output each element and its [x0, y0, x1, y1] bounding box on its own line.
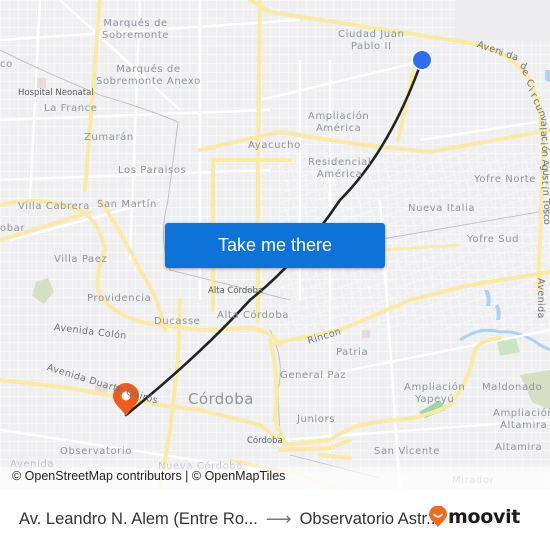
origin-dot-icon [413, 51, 431, 69]
map-attribution: © OpenStreetMap contributors | © OpenMap… [0, 462, 550, 490]
label-nueva-italia: Nueva Italia [408, 203, 476, 214]
road-label-char: t [538, 180, 550, 186]
route-footer: Av. Leandro N. Alem (Entre Ro... ⟶ Obser… [0, 490, 550, 550]
road-label-char: n [539, 150, 550, 158]
map[interactable]: Marqués de Sobremonte Marqués de Sobremo… [0, 0, 550, 490]
label-yofre-sud: Yofre Sud [467, 234, 520, 245]
label-general-paz: General Paz [280, 370, 347, 381]
label-san-martin: San Martín [97, 199, 157, 210]
label-la-france: La France [44, 103, 98, 114]
road-label-char: o [541, 218, 550, 226]
label-juniors: Juniors [297, 414, 336, 425]
poi-hospital-neonatal[interactable]: Hospital Neonatal [18, 87, 94, 99]
label-san-vicente: San Vicente [374, 446, 441, 457]
take-me-there-button[interactable]: Take me there [165, 223, 385, 268]
origin-marker[interactable] [411, 49, 433, 71]
label-observatorio: Observatorio [60, 446, 132, 457]
label-yofre-norte: Yofre Norte [474, 174, 537, 185]
label-ampliacion-altamira: Ampliación Altamira [493, 408, 550, 431]
poi-cordoba-station[interactable]: Córdoba [247, 435, 283, 447]
label-alta-cordoba: Alta Córdoba [217, 310, 290, 321]
label-villa-paez: Villa Paez [54, 254, 108, 265]
poi-alta-cordoba-station[interactable]: Alta Córdoba [208, 285, 263, 297]
label-los-paraisos: Los Paraisos [118, 165, 187, 176]
label-ciudad-juan-pablo: Ciudad Juan Pablo II [338, 29, 405, 52]
origin-stop-name: Av. Leandro N. Alem (Entre Ro... [19, 510, 258, 528]
arrow-right-icon: ⟶ [265, 509, 292, 529]
road-label-char: n [540, 189, 550, 197]
label-ampliacion-yapeyu: Ampliación Yapeyú [404, 382, 466, 405]
label-ampliacion-america: Ampliación América [308, 111, 370, 134]
label-maldonado: Maldonado [482, 382, 543, 393]
label-altamira: Altamira [495, 442, 543, 453]
label-patria: Patria [336, 347, 369, 358]
road-label-avenida-east: Avenida [535, 278, 546, 319]
label-co: co [0, 59, 13, 70]
road-label-char: c [538, 136, 550, 143]
route-summary: Av. Leandro N. Alem (Entre Ro... ⟶ Obser… [19, 509, 440, 530]
moovit-logo[interactable]: moovit [428, 506, 520, 528]
city-label: Córdoba [188, 390, 254, 408]
label-ducasse: Ducasse [154, 316, 201, 327]
label-providencia: Providencia [87, 293, 152, 304]
moovit-wordmark: moovit [448, 506, 521, 528]
label-ayacucho: Ayacucho [248, 140, 301, 151]
label-marques-sobremonte-anexo: Marqués de Sobremonte Anexo [96, 64, 201, 87]
label-obar: obar [0, 223, 26, 234]
attribution-text[interactable]: © OpenStreetMap contributors | © OpenMap… [12, 469, 285, 483]
label-residencial-america: Residencial América [308, 157, 372, 180]
moovit-pin-icon [429, 506, 447, 527]
destination-stop-name: Observatorio Astr... [299, 510, 440, 528]
label-zumaran: Zumarán [84, 132, 134, 143]
label-marques-sobremonte: Marqués de Sobremonte [102, 18, 170, 41]
label-villa-cabrera: Villa Cabrera [18, 201, 90, 212]
